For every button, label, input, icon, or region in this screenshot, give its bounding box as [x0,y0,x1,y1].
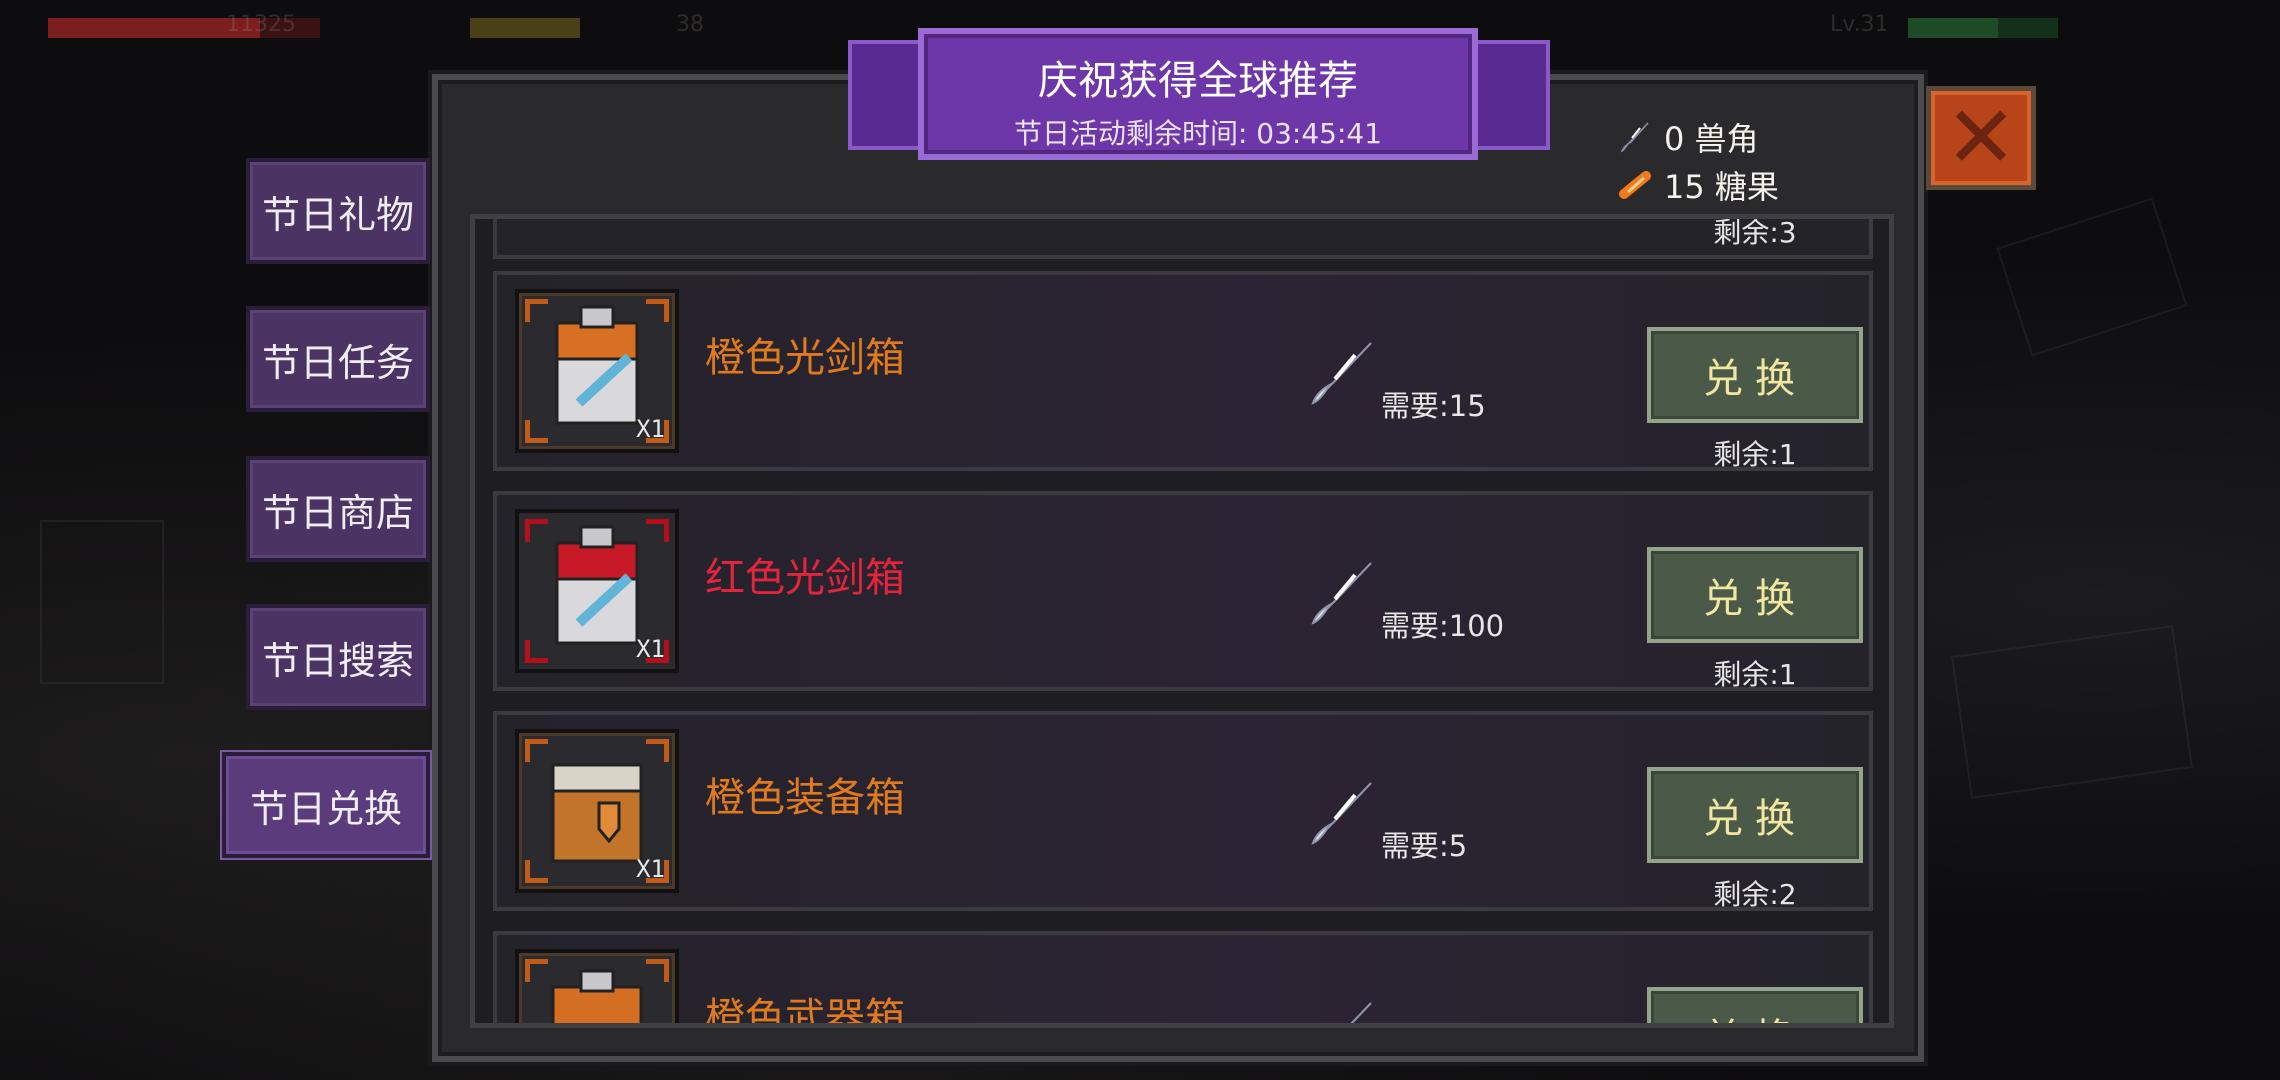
item-cost: 需要:15 [1381,389,1486,423]
exchange-list[interactable]: 剩余:3 X1 橙色光剑箱 需要:15 兑换 剩余:1 X1 红色光剑箱 需要:… [470,214,1894,1028]
horn-icon [1350,1002,1372,1023]
hp-value: 11325 [226,12,296,37]
remaining-count: 剩余:3 [1713,216,1797,249]
tab-label: 节日商店 [261,490,414,535]
horn-icon [1311,562,1372,625]
close-button[interactable]: ✕ [1926,86,2036,190]
item-cost: 需要:5 [1381,829,1468,863]
list-item: 剩余:3 [493,216,1873,259]
horn-icon [1311,782,1372,845]
item-name: 橙色武器箱 [705,995,905,1028]
horn-count: 0 兽角 [1664,120,1759,158]
candy-currency: 15 糖果 [1618,162,1779,208]
item-slot[interactable]: X1 [515,289,679,453]
remaining-count: 剩余:2 [1713,878,1797,911]
exchange-button[interactable]: 兑换 [1647,547,1863,643]
tab-holiday-gift[interactable]: 节日礼物 [246,158,430,264]
candy-icon [1619,171,1651,199]
level-value: Lv.31 [1830,12,1889,37]
energy-value: 38 [676,12,704,37]
tab-holiday-shop[interactable]: 节日商店 [246,456,430,562]
tab-holiday-search[interactable]: 节日搜索 [246,604,430,710]
item-quantity: X1 [636,855,665,883]
candy-count: 15 糖果 [1664,168,1779,206]
remaining-count: 剩余:1 [1713,438,1797,471]
horn-icon [1620,122,1649,153]
close-icon: ✕ [1944,88,2018,188]
tab-label: 节日礼物 [261,192,414,237]
item-slot[interactable]: X1 [515,509,679,673]
tab-label: 节日搜索 [261,638,414,683]
item-name: 橙色光剑箱 [705,335,905,381]
weapon-box-icon [551,969,643,1023]
item-cost: 需要:100 [1381,609,1505,643]
item-name: 橙色装备箱 [705,775,905,821]
xp-bar [1908,18,2058,38]
tab-label: 节日兑换 [249,786,402,831]
list-item: X1 橙色光剑箱 需要:15 兑换 剩余:1 [493,271,1873,471]
background-furniture [40,520,164,684]
event-timer: 节日活动剩余时间: 03:45:41 [1013,117,1383,150]
event-banner: 庆祝获得全球推荐 节日活动剩余时间: 03:45:41 [918,28,1478,160]
banner-title: 庆祝获得全球推荐 [1038,58,1358,104]
tab-holiday-exchange[interactable]: 节日兑换 [222,752,430,858]
tab-label: 节日任务 [261,340,414,385]
list-item: X1 橙色装备箱 需要:5 兑换 剩余:2 [493,711,1873,911]
horn-icon [1311,342,1372,405]
energy-bar [470,18,580,38]
item-name: 红色光剑箱 [705,555,905,601]
item-quantity: X1 [636,415,665,443]
exchange-button[interactable]: 兑换 [1647,987,1863,1023]
list-item: X1 红色光剑箱 需要:100 兑换 剩余:1 [493,491,1873,691]
horn-currency: 0 兽角 [1618,114,1759,160]
exchange-button[interactable]: 兑换 [1647,327,1863,423]
item-slot[interactable]: X1 [515,729,679,893]
item-quantity: X1 [636,635,665,663]
list-item: 橙色武器箱 兑换 [493,931,1873,1028]
item-slot[interactable] [515,949,679,1023]
exchange-button[interactable]: 兑换 [1647,767,1863,863]
remaining-count: 剩余:1 [1713,658,1797,691]
tab-holiday-tasks[interactable]: 节日任务 [246,306,430,412]
